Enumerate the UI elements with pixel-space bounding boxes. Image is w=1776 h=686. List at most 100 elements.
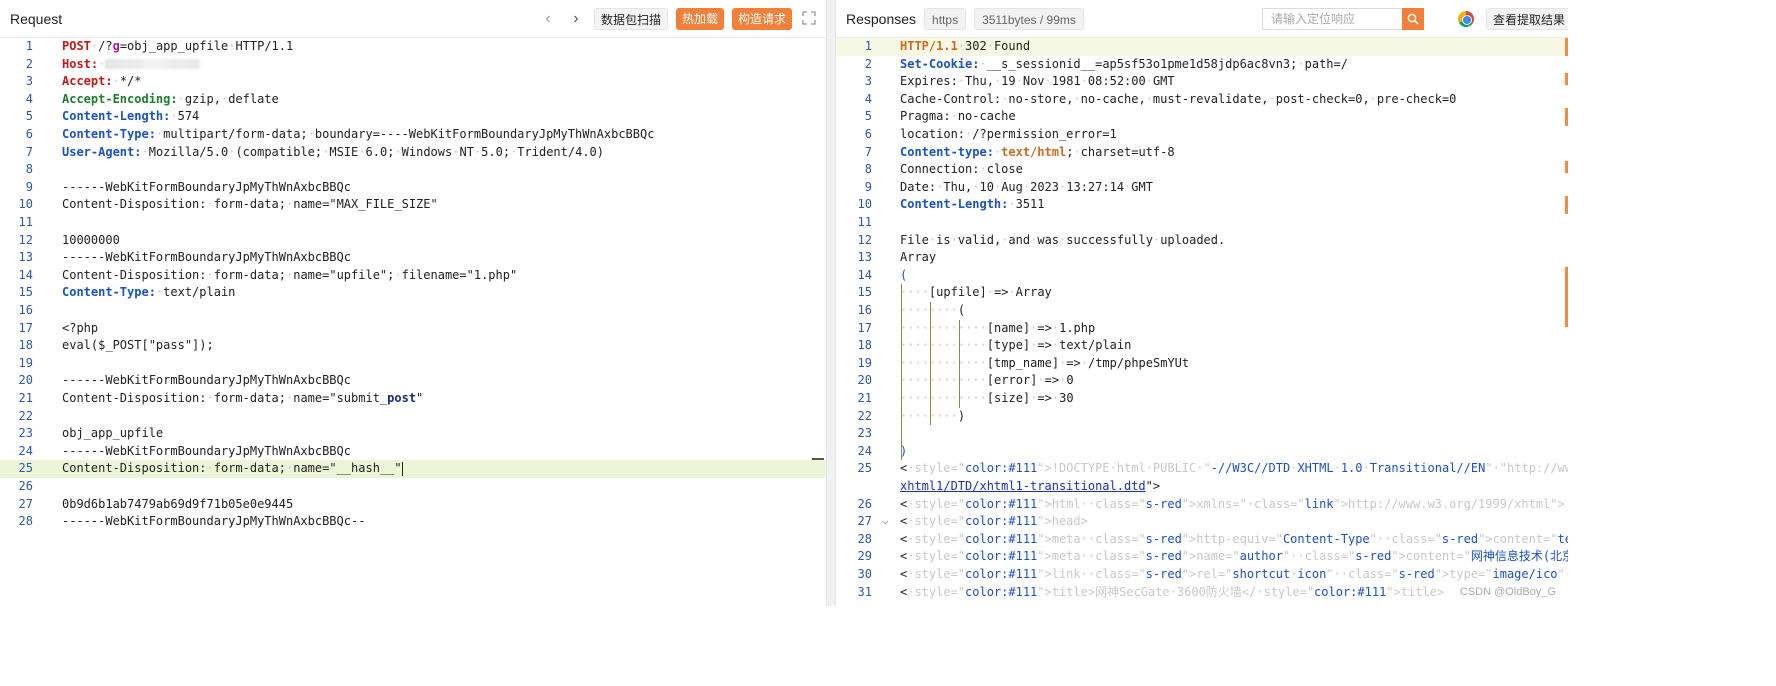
scroll-marker — [1565, 266, 1568, 327]
request-line: 11 — [0, 214, 826, 232]
response-line: 1 HTTP/1.1·302·Found — [836, 38, 1568, 56]
panel-splitter[interactable] — [826, 0, 836, 606]
scroll-marker — [1565, 38, 1568, 56]
line-number: 6 — [25, 127, 33, 141]
request-toolbar: Request ‹ › 数据包扫描 热加载 构造请求 — [0, 0, 826, 38]
code-text: Date:·Thu,·10·Aug·2023·13:27:14·GMT — [900, 179, 1153, 194]
code-text: <·style="color:#111">html··class="s-red"… — [900, 496, 1565, 511]
code-text: Set-Cookie:·__s_sessionid__=ap5sf53o1pme… — [900, 56, 1348, 71]
line-number: 21 — [18, 391, 33, 405]
request-line: 23 obj_app_upfile — [0, 425, 826, 443]
request-line: 4 Accept-Encoding:·gzip,·deflate — [0, 91, 826, 109]
line-number: 24 — [18, 443, 33, 458]
response-search-input[interactable] — [1262, 8, 1402, 30]
response-line: 25 <·style="color:#111">!DOCTYPE·html·PUB… — [836, 460, 1568, 478]
request-line: 1 POST·/?g=obj_app_upfile·HTTP/1.1 — [0, 38, 826, 56]
scroll-marker — [1565, 73, 1568, 86]
response-line: 18 ············[type]·=>·text/plain — [836, 337, 1568, 355]
hot-load-button[interactable]: 热加载 — [675, 8, 724, 30]
code-text: Content-Disposition:·form-data;·name="MA… — [62, 197, 438, 212]
code-text: Content-Disposition:·form-data;·name="up… — [62, 267, 518, 282]
request-line: 26 — [0, 478, 826, 496]
response-line: 19 ············[tmp_name]·=>·/tmp/phpeSmY… — [836, 355, 1568, 373]
response-search — [1262, 8, 1424, 30]
request-line: 10 Content-Disposition:·form-data;·name="… — [0, 196, 826, 214]
code-text: <?php — [62, 320, 99, 335]
line-number: 3 — [25, 74, 33, 89]
response-line: 17 ············[name]·=>·1.php — [836, 320, 1568, 338]
response-panel: Responses https 3511bytes / 99ms 查看提取结果 … — [836, 0, 1568, 606]
response-toolbar: Responses https 3511bytes / 99ms 查看提取结果 — [836, 0, 1568, 38]
line-number: 29 — [857, 549, 872, 564]
response-line: 24) — [836, 443, 1568, 461]
line-number: 11 — [18, 215, 33, 229]
request-line: 5 Content-Length:·574 — [0, 108, 826, 126]
protocol-tag: https — [924, 7, 967, 30]
line-number: 3 — [864, 74, 872, 89]
fold-chevron-icon[interactable]: ⌵ — [882, 514, 889, 527]
request-line: 28 ------WebKitFormBoundaryJpMyThWnAxbcBB… — [0, 513, 826, 531]
response-line: 20 ············[error]·=>·0 — [836, 372, 1568, 390]
code-text: Content-Disposition:·form-data;·name="__… — [62, 461, 403, 476]
code-text: POST·/?g=obj_app_upfile·HTTP/1.1 — [62, 39, 294, 53]
packet-scan-button[interactable]: 数据包扫描 — [593, 8, 668, 30]
line-number: 24 — [857, 443, 872, 458]
watermark: CSDN @OldBoy_G — [1459, 586, 1556, 598]
response-editor[interactable]: 1 HTTP/1.1·302·Found 2 Set-Cookie:·__s_sess… — [836, 38, 1568, 606]
request-editor[interactable]: 1 POST·/?g=obj_app_upfile·HTTP/1.1 2 Host:·… — [0, 38, 826, 606]
line-number: 27 — [857, 514, 872, 529]
line-number: 23 — [857, 426, 872, 441]
code-text: ············[tmp_name]·=>·/tmp/phpeSmYUt — [900, 355, 1190, 370]
build-request-button[interactable]: 构造请求 — [731, 8, 792, 30]
response-line: 11 — [836, 214, 1568, 232]
code-text: Content-Length:·3511 — [900, 197, 1045, 212]
line-number: 13 — [857, 250, 872, 265]
line-number: 14 — [18, 267, 33, 282]
line-number: 7 — [864, 144, 872, 159]
code-text: Content-Length:·574 — [62, 109, 200, 124]
chevron-right-icon[interactable]: › — [566, 10, 586, 28]
request-line: 8 — [0, 161, 826, 179]
line-number: 9 — [864, 179, 872, 194]
expand-icon[interactable] — [800, 10, 818, 28]
request-line: 24 ------WebKitFormBoundaryJpMyThWnAxbcBB… — [0, 443, 826, 461]
response-line: 26 <·style="color:#111">html··class="s-re… — [836, 496, 1568, 514]
size-tag: 3511bytes / 99ms — [974, 7, 1084, 30]
code-text: ············[size]·=>·30 — [900, 391, 1074, 405]
response-line: 7 Content-type:·text/html;·charset=utf-8 — [836, 144, 1568, 162]
line-number: 9 — [25, 179, 33, 194]
line-number: 16 — [857, 303, 872, 317]
line-number: 1 — [25, 39, 33, 53]
code-text: Content-Type:·multipart/form-data;·bound… — [62, 127, 655, 141]
line-number: 31 — [857, 584, 872, 599]
line-number: 12 — [857, 232, 872, 247]
scroll-marker — [1565, 161, 1568, 174]
line-number: 13 — [18, 250, 33, 265]
response-line: 10 Content-Length:·3511 — [836, 196, 1568, 214]
response-line: 22 ········) — [836, 408, 1568, 426]
line-number: 20 — [857, 373, 872, 388]
line-number: 30 — [857, 567, 872, 581]
request-line: 17 <?php — [0, 320, 826, 338]
indent-guide — [901, 284, 902, 461]
chevron-left-icon[interactable]: ‹ — [538, 10, 558, 28]
line-number: 22 — [857, 408, 872, 423]
view-extract-results-button[interactable]: 查看提取结果 — [1485, 8, 1568, 30]
code-text: Accept:·*/* — [62, 74, 142, 89]
response-line: 29 <·style="color:#111">meta··class="s-re… — [836, 548, 1568, 566]
code-text: xhtml1/DTD/xhtml1-transitional.dtd"> — [900, 479, 1161, 493]
code-text: Accept-Encoding:·gzip,·deflate — [62, 91, 279, 106]
line-number: 15 — [857, 285, 872, 300]
request-line: 12 10000000 — [0, 232, 826, 250]
chrome-icon[interactable] — [1458, 11, 1474, 27]
line-number: 21 — [857, 391, 872, 405]
request-line: 16 — [0, 302, 826, 320]
code-text: User-Agent:·Mozilla/5.0·(compatible;·MSI… — [62, 144, 604, 159]
request-title: Request — [10, 10, 63, 27]
code-text: ------WebKitFormBoundaryJpMyThWnAxbcBBQc — [62, 443, 351, 458]
line-number: 15 — [18, 285, 33, 300]
search-icon[interactable] — [1402, 8, 1424, 30]
response-line: 12 File·is·valid,·and·was·successfully·up… — [836, 232, 1568, 250]
line-number: 10 — [857, 197, 872, 212]
code-text: Cache-Control:·no-store,·no-cache,·must-… — [900, 91, 1457, 106]
